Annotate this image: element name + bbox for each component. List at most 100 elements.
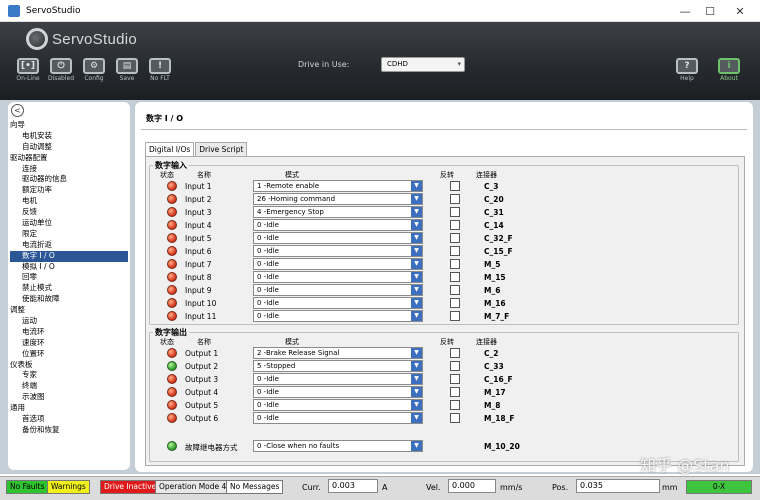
input-invert-checkbox[interactable] xyxy=(450,194,460,204)
sidebar-item[interactable]: 限定 xyxy=(10,229,128,240)
input-invert-checkbox[interactable] xyxy=(450,311,460,321)
sidebar-item[interactable]: 备份和恢复 xyxy=(10,425,128,436)
drive-select[interactable]: CDHD ▾ xyxy=(381,57,465,72)
sidebar-item[interactable]: 电机 xyxy=(10,196,128,207)
input-mode-select[interactable]: 0 -Idle ▼ xyxy=(253,310,423,322)
toolbar-button-save[interactable]: ▤ Save xyxy=(112,58,142,82)
toolbar-button-no-flt[interactable]: ! No FLT xyxy=(145,58,175,82)
sidebar-section-header[interactable]: 向导 xyxy=(10,120,128,131)
back-button[interactable]: < xyxy=(11,104,24,117)
input-mode-select[interactable]: 4 -Emergency Stop ▼ xyxy=(253,206,423,218)
input-invert-checkbox[interactable] xyxy=(450,181,460,191)
close-button[interactable]: ✕ xyxy=(725,0,755,22)
toolbar-button-config[interactable]: ⚙ Config xyxy=(79,58,109,82)
input-connector: M_6 xyxy=(484,286,501,295)
fault-relay-mode-select[interactable]: 0 -Close when no faults ▼ xyxy=(253,440,423,452)
input-invert-checkbox[interactable] xyxy=(450,233,460,243)
input-row: Input 6 0 -Idle ▼ C_15_F xyxy=(150,245,740,258)
output-invert-checkbox[interactable] xyxy=(450,361,460,371)
output-invert-checkbox[interactable] xyxy=(450,348,460,358)
sidebar-item[interactable]: 电流环 xyxy=(10,327,128,338)
input-mode-select[interactable]: 26 -Homing command ▼ xyxy=(253,193,423,205)
sidebar-item[interactable]: 自动调整 xyxy=(10,142,128,153)
fault-relay-connector: M_10_20 xyxy=(484,442,520,451)
sidebar-item[interactable]: 示波图 xyxy=(10,392,128,403)
sidebar-item[interactable]: 反馈 xyxy=(10,207,128,218)
sidebar-item[interactable]: 驱动器的信息 xyxy=(10,174,128,185)
output-mode-select[interactable]: 0 -Idle ▼ xyxy=(253,386,423,398)
current-value: 0.003 xyxy=(328,479,378,493)
chevron-down-icon: ▼ xyxy=(411,374,422,384)
about-button[interactable]: i About xyxy=(714,58,744,82)
input-mode-value: 4 -Emergency Stop xyxy=(257,208,324,216)
sidebar-item[interactable]: 电流折返 xyxy=(10,240,128,251)
output-name: Output 3 xyxy=(185,375,219,384)
input-connector: M_16 xyxy=(484,299,506,308)
input-mode-select[interactable]: 0 -Idle ▼ xyxy=(253,245,423,257)
sidebar-item[interactable]: 禁止模式 xyxy=(10,283,128,294)
output-invert-checkbox[interactable] xyxy=(450,400,460,410)
sidebar-item[interactable]: 使能和故障 xyxy=(10,294,128,305)
toolbar-button-on-line[interactable]: [•] On-Line xyxy=(13,58,43,82)
help-button[interactable]: ? Help xyxy=(672,58,702,82)
messages-indicator[interactable]: No Messages xyxy=(226,480,284,494)
sidebar-item[interactable]: 终端 xyxy=(10,381,128,392)
drive-inactive-indicator: Drive Inactive xyxy=(100,480,161,494)
output-mode-select[interactable]: 5 -Stopped ▼ xyxy=(253,360,423,372)
warnings-indicator: Warnings xyxy=(47,480,90,494)
input-mode-select[interactable]: 1 -Remote enable ▼ xyxy=(253,180,423,192)
input-mode-select[interactable]: 0 -Idle ▼ xyxy=(253,271,423,283)
input-invert-checkbox[interactable] xyxy=(450,207,460,217)
input-invert-checkbox[interactable] xyxy=(450,220,460,230)
sidebar-item[interactable]: 首选项 xyxy=(10,414,128,425)
input-mode-select[interactable]: 0 -Idle ▼ xyxy=(253,258,423,270)
sidebar-item[interactable]: 位置环 xyxy=(10,349,128,360)
input-mode-value: 0 -Idle xyxy=(257,273,279,281)
sidebar-item[interactable]: 运动单位 xyxy=(10,218,128,229)
sidebar-section-header[interactable]: 仪表板 xyxy=(10,360,128,371)
input-status-led xyxy=(167,311,177,321)
position-unit: mm xyxy=(662,483,678,492)
sidebar-item[interactable]: 连接 xyxy=(10,164,128,175)
sidebar-item[interactable]: 额定功率 xyxy=(10,185,128,196)
input-status-led xyxy=(167,298,177,308)
output-mode-value: 5 -Stopped xyxy=(257,362,296,370)
input-invert-checkbox[interactable] xyxy=(450,259,460,269)
tab-digital-ios[interactable]: Digital I/Os xyxy=(145,142,195,156)
output-mode-select[interactable]: 0 -Idle ▼ xyxy=(253,399,423,411)
input-mode-select[interactable]: 0 -Idle ▼ xyxy=(253,297,423,309)
input-invert-checkbox[interactable] xyxy=(450,298,460,308)
input-mode-select[interactable]: 0 -Idle ▼ xyxy=(253,219,423,231)
sidebar-section-header[interactable]: 调整 xyxy=(10,305,128,316)
input-status-led xyxy=(167,207,177,217)
input-invert-checkbox[interactable] xyxy=(450,246,460,256)
maximize-button[interactable]: ☐ xyxy=(695,0,725,22)
sidebar-section-header[interactable]: 驱动器配置 xyxy=(10,153,128,164)
sidebar-item[interactable]: 运动 xyxy=(10,316,128,327)
output-mode-select[interactable]: 2 -Brake Release Signal ▼ xyxy=(253,347,423,359)
chevron-down-icon: ▼ xyxy=(411,272,422,282)
sidebar-item[interactable]: 电机安装 xyxy=(10,131,128,142)
input-invert-checkbox[interactable] xyxy=(450,272,460,282)
window-title: ServoStudio xyxy=(26,5,81,16)
sidebar-item[interactable]: 速度环 xyxy=(10,338,128,349)
input-mode-select[interactable]: 0 -Idle ▼ xyxy=(253,284,423,296)
tab-drive-script[interactable]: Drive Script xyxy=(195,142,248,156)
input-invert-checkbox[interactable] xyxy=(450,285,460,295)
sidebar-item[interactable]: 回零 xyxy=(10,272,128,283)
input-row: Input 9 0 -Idle ▼ M_6 xyxy=(150,284,740,297)
sidebar-item[interactable]: 模拟 I / O xyxy=(10,262,128,273)
sidebar-item[interactable]: 数字 I / O xyxy=(10,250,128,262)
output-invert-checkbox[interactable] xyxy=(450,387,460,397)
output-invert-checkbox[interactable] xyxy=(450,374,460,384)
output-invert-checkbox[interactable] xyxy=(450,413,460,423)
sidebar-section-header[interactable]: 通用 xyxy=(10,403,128,414)
output-mode-select[interactable]: 0 -Idle ▼ xyxy=(253,412,423,424)
output-mode-select[interactable]: 0 -Idle ▼ xyxy=(253,373,423,385)
inputs-name-header: 名称 xyxy=(197,171,211,179)
status-bar: No Faults Warnings Drive Inactive Operat… xyxy=(0,476,760,500)
input-mode-select[interactable]: 0 -Idle ▼ xyxy=(253,232,423,244)
input-mode-value: 1 -Remote enable xyxy=(257,182,320,190)
toolbar-button-disabled[interactable]: ⏻ Disabled xyxy=(46,58,76,82)
sidebar-item[interactable]: 专家 xyxy=(10,370,128,381)
